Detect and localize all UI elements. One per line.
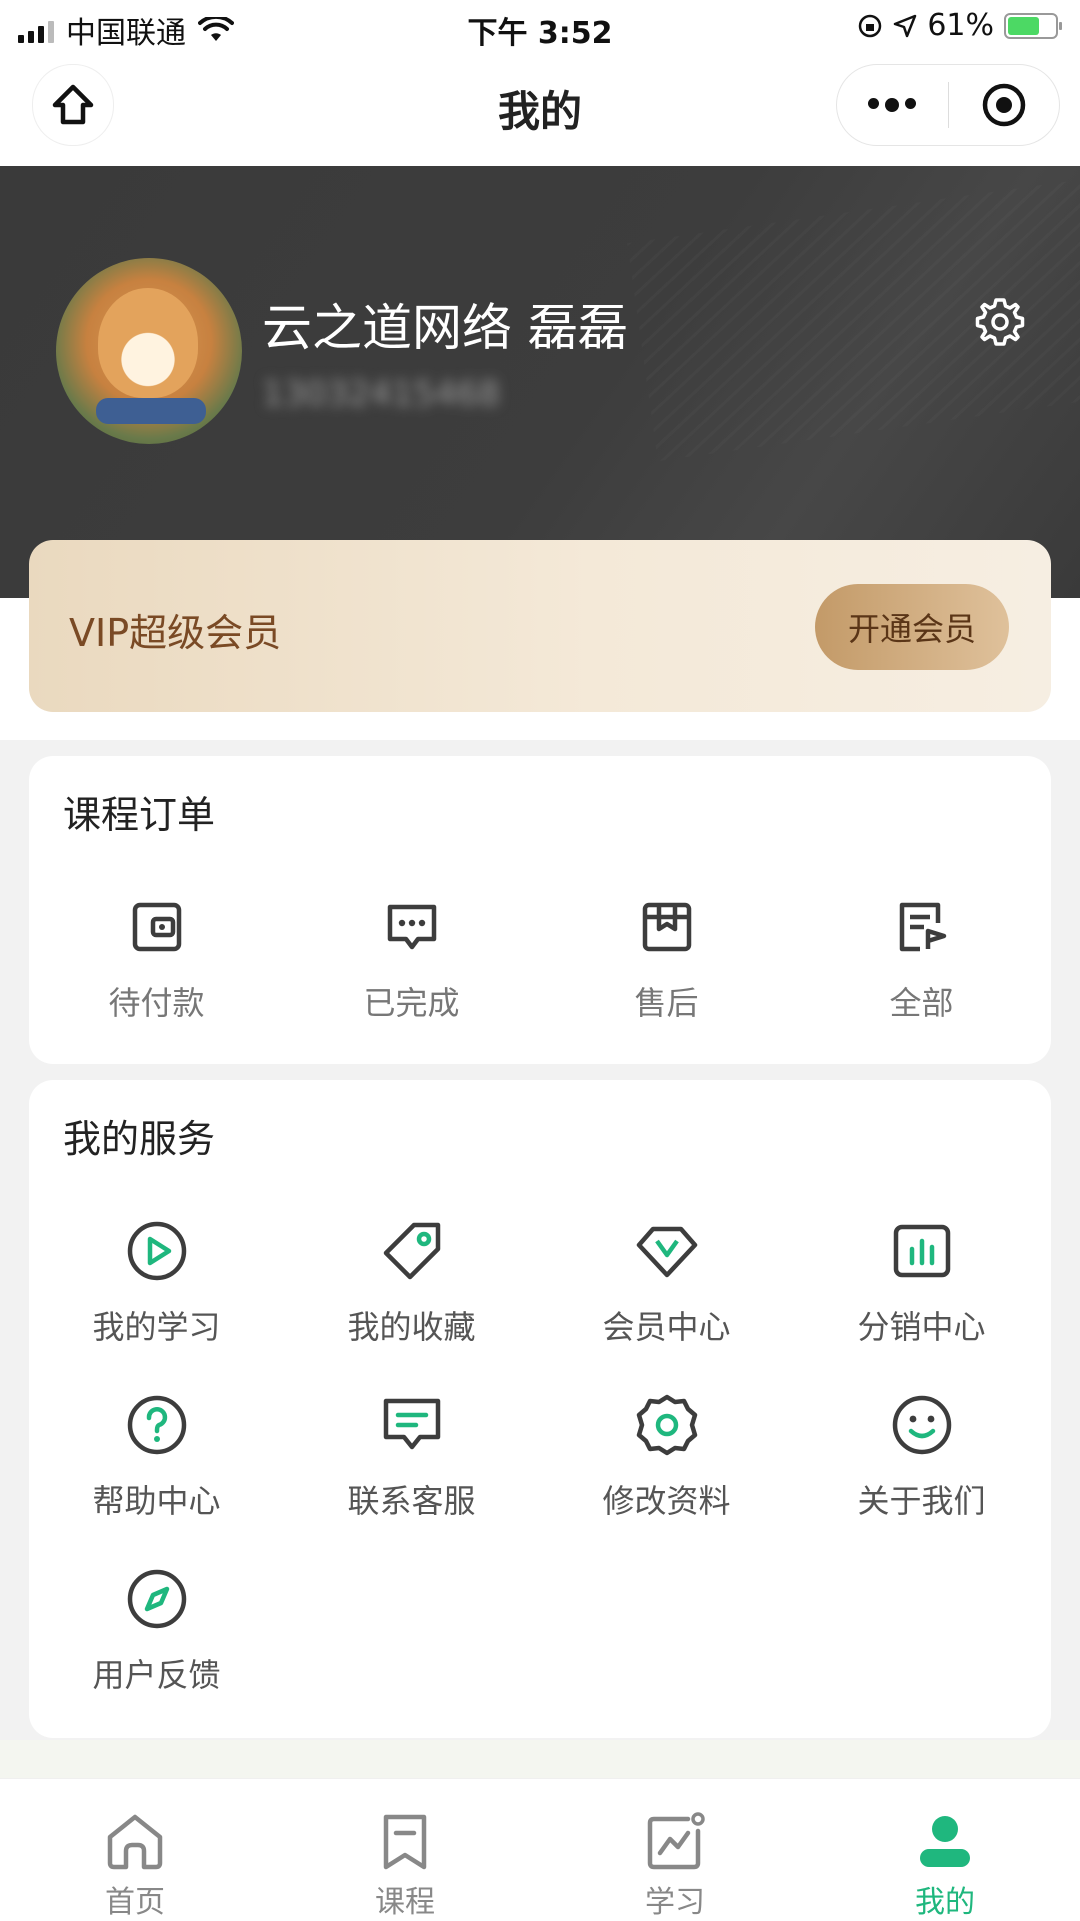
order-after-sale-label: 售后	[634, 984, 699, 1022]
chat-dots-icon	[387, 904, 436, 950]
box-icon	[642, 902, 691, 952]
location-arrow-icon	[894, 14, 917, 37]
service-edit-profile[interactable]: 修改资料	[539, 1366, 794, 1540]
service-distribution[interactable]: 分销中心	[794, 1192, 1049, 1366]
avatar[interactable]	[56, 258, 242, 444]
service-favorites-label: 我的收藏	[347, 1308, 476, 1346]
service-my-learning[interactable]: 我的学习	[29, 1192, 284, 1366]
vip-label: VIP超级会员	[69, 611, 282, 655]
service-help-center-label: 帮助中心	[92, 1482, 221, 1520]
open-vip-button[interactable]: 开通会员	[815, 584, 1009, 670]
service-feedback-label: 用户反馈	[92, 1656, 221, 1694]
more-button[interactable]	[837, 65, 948, 145]
gear-icon	[636, 1394, 697, 1456]
service-about-us[interactable]: 关于我们	[794, 1366, 1049, 1540]
user-name: 云之道网络 磊磊	[262, 299, 628, 357]
service-member-center-label: 会员中心	[602, 1308, 731, 1346]
nav-bar: 我的	[0, 54, 1080, 166]
tab-mine-label: 我的	[915, 1885, 975, 1920]
settings-button[interactable]	[972, 294, 1028, 354]
rotation-lock-icon	[859, 14, 882, 37]
order-after-sale[interactable]: 售后	[539, 868, 794, 1042]
course-orders-card: 课程订单 待付款 已完成 售后 全部	[29, 756, 1051, 1064]
battery-percent: 61%	[927, 8, 994, 43]
order-pending-payment[interactable]: 待付款	[29, 868, 284, 1042]
mini-program-capsule	[836, 64, 1060, 146]
vip-card: VIP超级会员 开通会员	[29, 540, 1051, 712]
service-help-center[interactable]: 帮助中心	[29, 1366, 284, 1540]
status-bar: 中国联通 下午 3:52 61%	[0, 0, 1080, 54]
trend-icon	[647, 1812, 705, 1870]
gear-icon	[975, 298, 1025, 346]
service-contact-label: 联系客服	[347, 1482, 476, 1520]
compass-icon	[127, 1569, 186, 1629]
order-pending-label: 待付款	[108, 984, 205, 1022]
more-dots-icon	[868, 98, 917, 112]
service-contact[interactable]: 联系客服	[284, 1366, 539, 1540]
order-all-label: 全部	[889, 984, 954, 1022]
wallet-icon	[132, 902, 181, 952]
service-about-us-label: 关于我们	[857, 1482, 986, 1520]
orders-title: 课程订单	[63, 793, 216, 837]
tab-home-label: 首页	[105, 1885, 165, 1920]
service-favorites[interactable]: 我的收藏	[284, 1192, 539, 1366]
tab-study-label: 学习	[645, 1885, 705, 1920]
my-services-card: 我的服务 我的学习 我的收藏 会员中心 分销中心 帮助中心 联系客服 修改资料 …	[29, 1080, 1051, 1738]
close-miniprogram-button[interactable]	[949, 65, 1060, 145]
tab-study[interactable]: 学习	[540, 1779, 810, 1921]
tab-courses-label: 课程	[375, 1885, 435, 1920]
bottom-tab-bar: 首页 课程 学习 我的	[0, 1778, 1080, 1921]
smiley-icon	[892, 1395, 951, 1455]
bookmark-icon	[383, 1814, 427, 1870]
tab-home[interactable]: 首页	[0, 1779, 270, 1921]
bar-chart-icon	[893, 1224, 950, 1278]
person-icon	[920, 1816, 970, 1867]
services-title: 我的服务	[63, 1117, 216, 1161]
service-member-center[interactable]: 会员中心	[539, 1192, 794, 1366]
home-outline-icon	[107, 1814, 163, 1870]
service-edit-profile-label: 修改资料	[602, 1482, 731, 1520]
service-distribution-label: 分销中心	[857, 1308, 986, 1346]
target-circle-icon	[982, 83, 1025, 127]
order-completed[interactable]: 已完成	[284, 868, 539, 1042]
battery-icon	[1004, 12, 1062, 39]
service-feedback[interactable]: 用户反馈	[29, 1540, 284, 1714]
message-icon	[383, 1398, 440, 1450]
service-my-learning-label: 我的学习	[92, 1308, 221, 1346]
tab-courses[interactable]: 课程	[270, 1779, 540, 1921]
list-flag-icon	[899, 902, 946, 952]
profile-header: 云之道网络 磊磊 13032415468	[0, 166, 1080, 598]
tab-mine[interactable]: 我的	[810, 1779, 1080, 1921]
tag-icon	[383, 1222, 440, 1280]
user-phone: 13032415468	[262, 374, 500, 414]
play-circle-icon	[127, 1221, 186, 1281]
help-circle-icon	[127, 1395, 186, 1455]
vip-diamond-icon	[636, 1226, 697, 1278]
order-all[interactable]: 全部	[794, 868, 1049, 1042]
order-completed-label: 已完成	[363, 984, 460, 1022]
